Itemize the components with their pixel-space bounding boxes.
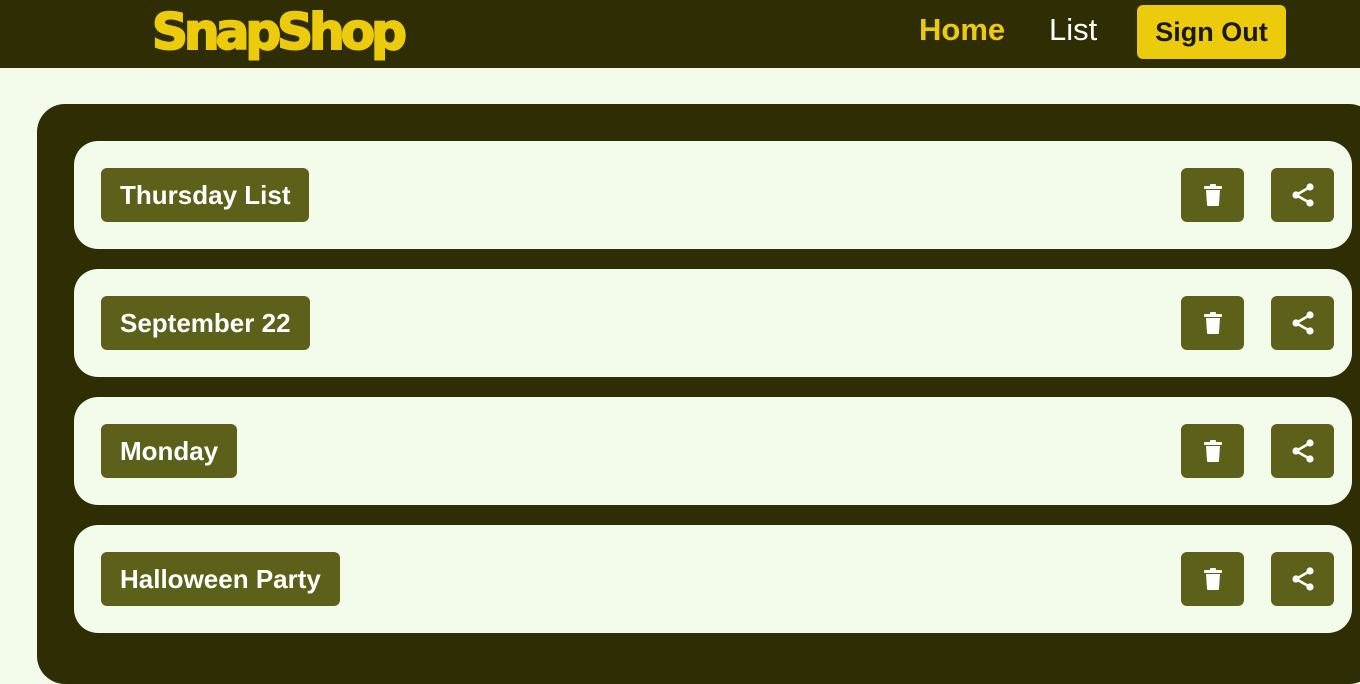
delete-list-button[interactable] [1181,424,1244,478]
app-logo[interactable]: SnapShop [151,2,408,62]
trash-icon [1203,312,1222,334]
share-icon [1291,567,1314,591]
list-name-button[interactable]: Halloween Party [101,552,340,606]
trash-icon [1203,440,1222,462]
trash-icon [1203,184,1222,206]
share-list-button[interactable] [1271,296,1334,350]
share-list-button[interactable] [1271,552,1334,606]
trash-icon [1203,568,1222,590]
list-card: September 22 [74,269,1352,377]
list-name-button[interactable]: September 22 [101,296,310,350]
list-card: Thursday List [74,141,1352,249]
delete-list-button[interactable] [1181,296,1244,350]
share-icon [1291,183,1314,207]
sign-out-button[interactable]: Sign Out [1137,5,1286,59]
delete-list-button[interactable] [1181,552,1244,606]
list-name-button[interactable]: Monday [101,424,238,478]
share-list-button[interactable] [1271,424,1334,478]
list-card: Monday [74,397,1352,505]
list-name-button[interactable]: Thursday List [101,168,310,222]
nav-home-link[interactable]: Home [919,12,1005,48]
share-list-button[interactable] [1271,168,1334,222]
delete-list-button[interactable] [1181,168,1244,222]
top-navbar: SnapShop Home List Sign Out [0,0,1360,68]
list-card: Halloween Party [74,525,1352,633]
nav-list-link[interactable]: List [1049,12,1097,48]
share-icon [1291,311,1314,335]
share-icon [1291,439,1314,463]
